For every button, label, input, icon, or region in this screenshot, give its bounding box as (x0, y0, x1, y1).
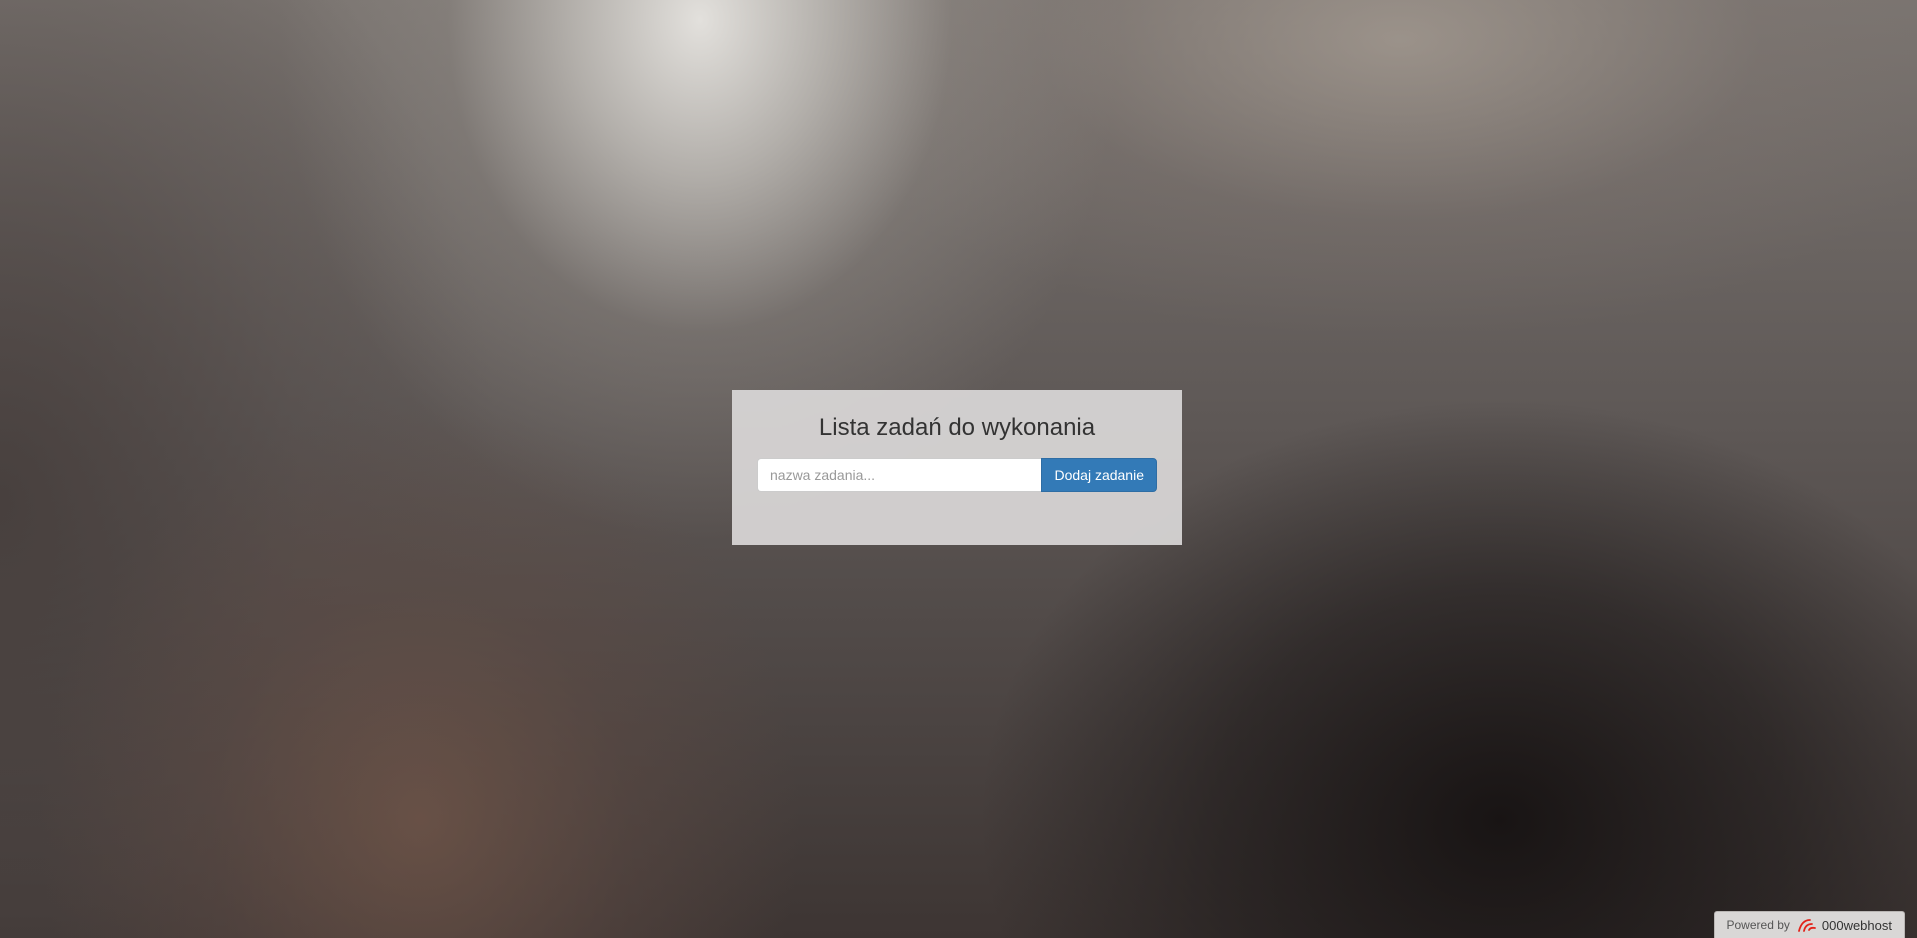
task-name-input[interactable] (757, 458, 1042, 492)
add-task-form: Dodaj zadanie (757, 458, 1157, 492)
000webhost-logo-icon (1796, 917, 1818, 933)
powered-by-label: Powered by (1726, 918, 1790, 932)
powered-by-badge[interactable]: Powered by 000webhost (1713, 911, 1905, 938)
host-name: 000webhost (1821, 917, 1892, 933)
add-task-button[interactable]: Dodaj zadanie (1041, 458, 1157, 492)
page-title: Lista zadań do wykonania (818, 414, 1096, 441)
todo-card: Lista zadań do wykonania Dodaj zadanie (732, 390, 1182, 545)
